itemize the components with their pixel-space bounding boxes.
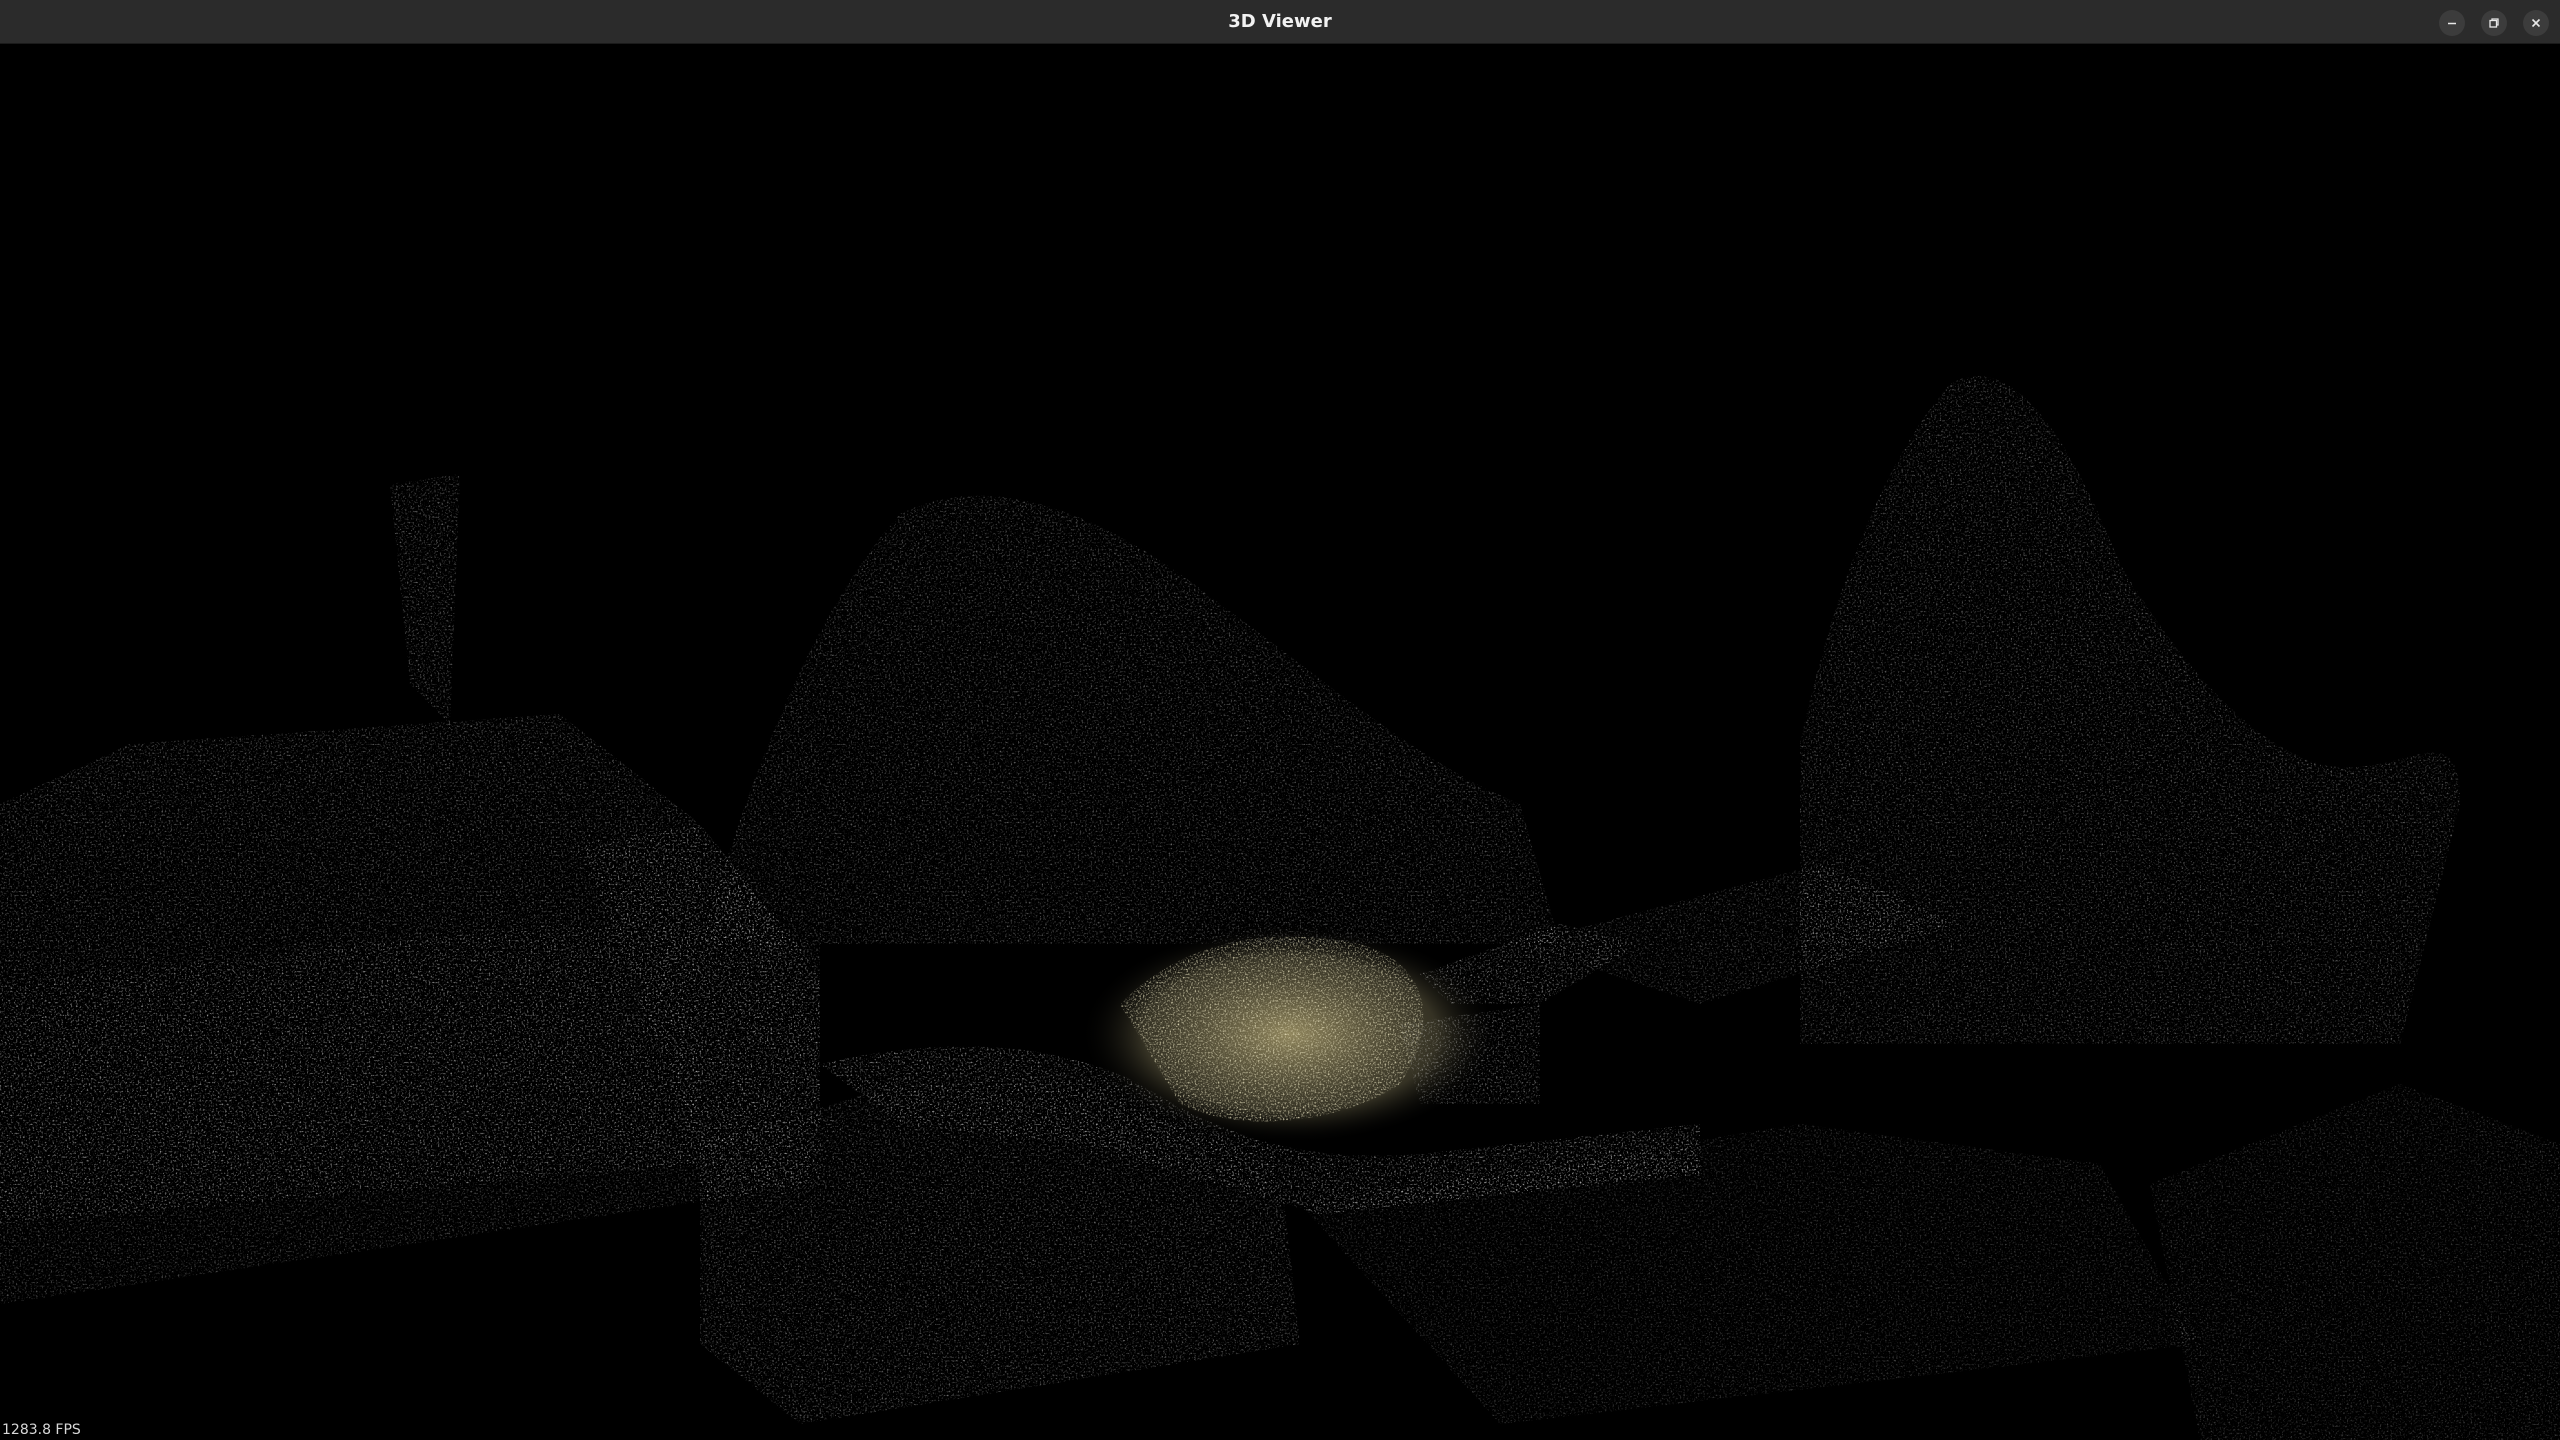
minimize-icon	[2448, 22, 2456, 25]
minimize-button[interactable]	[2439, 10, 2465, 36]
close-icon	[2531, 18, 2541, 28]
3d-viewport[interactable]: 1283.8 FPS	[0, 44, 2560, 1440]
title-bar[interactable]: 3D Viewer	[0, 0, 2560, 44]
church-structure	[0, 474, 820, 1304]
app-window: 3D Viewer 1283.8 FPS	[0, 0, 2560, 1440]
restore-icon	[2489, 18, 2499, 28]
window-title: 3D Viewer	[1228, 11, 1332, 32]
fps-counter: 1283.8 FPS	[2, 1422, 81, 1438]
close-button[interactable]	[2523, 10, 2549, 36]
restore-button[interactable]	[2481, 10, 2507, 36]
point-cloud-scene	[0, 376, 2560, 1440]
